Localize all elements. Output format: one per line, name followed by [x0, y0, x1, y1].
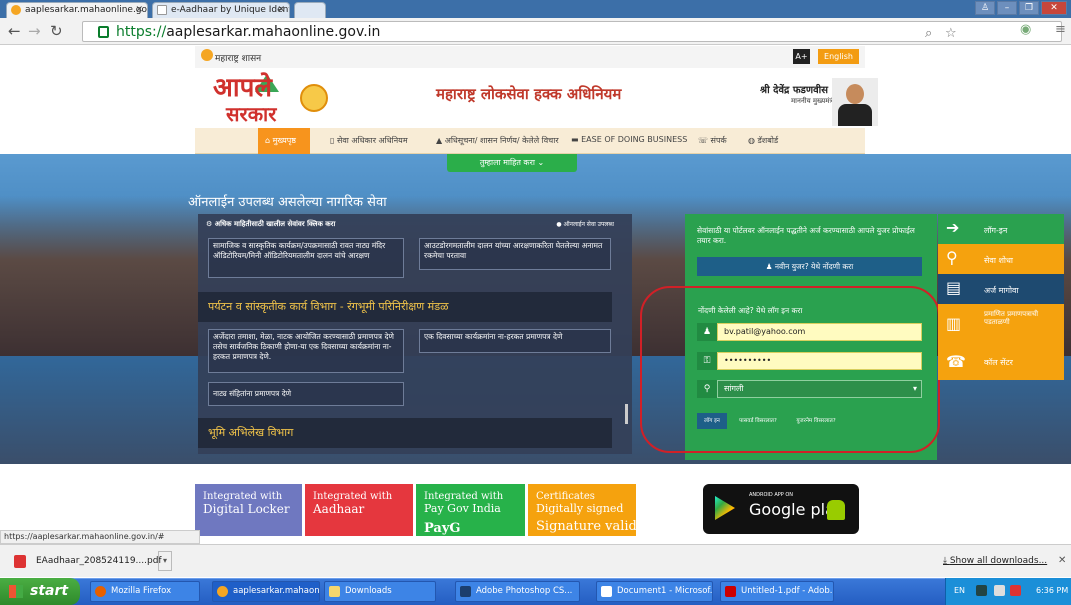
service-item[interactable]: नाट्य संहितांना प्रमाणपत्र देणे: [208, 382, 404, 406]
windows-logo-icon: [9, 585, 23, 598]
department-header[interactable]: भूमि अभिलेख विभाग: [198, 418, 612, 448]
close-window-button[interactable]: ✕: [1041, 1, 1067, 15]
close-tab-icon[interactable]: ✕: [135, 3, 143, 17]
download-menu-arrow[interactable]: ▾: [158, 551, 172, 571]
page-icon: [157, 5, 167, 15]
download-item[interactable]: EAadhaar_208524119....pdf: [10, 551, 170, 571]
services-panel: ⚙ अधिक माहितीसाठी खालील सेवांवर क्लिक कर…: [198, 214, 632, 454]
close-tab-icon[interactable]: ✕: [277, 3, 285, 17]
menu-icon[interactable]: ≡: [1055, 22, 1066, 37]
forward-icon[interactable]: →: [28, 22, 41, 40]
close-downloads-icon[interactable]: ✕: [1058, 555, 1066, 566]
quick-link-verify[interactable]: ▥ प्रमाणित प्रमाणपत्राची पडताळणी: [938, 304, 1064, 344]
user-icon[interactable]: ♙: [975, 1, 995, 15]
cm-role: माननीय मुख्यमंत्री: [791, 97, 836, 105]
font-size-button[interactable]: A+: [793, 49, 810, 64]
back-icon[interactable]: ←: [8, 22, 21, 40]
tray-app-icon[interactable]: [976, 585, 987, 596]
extension-icon[interactable]: ◉: [1020, 22, 1031, 37]
services-hint: ⚙ अधिक माहितीसाठी खालील सेवांवर क्लिक कर…: [206, 220, 336, 228]
task-photoshop[interactable]: Adobe Photoshop CS...: [455, 581, 580, 602]
nav-notifications[interactable]: ▲ अधिसूचना/ शासन निर्णय/ केलेले विचार: [436, 135, 559, 146]
register-text: सेवांसाठी या पोर्टलवर ऑनलाईन पद्धतीने अर…: [697, 226, 915, 245]
quick-link-call-center[interactable]: ☎ कॉल सेंटर: [938, 344, 1064, 380]
nav-rights-act[interactable]: ▯ सेवा अधिकार अधिनियम: [330, 135, 408, 146]
minimize-button[interactable]: –: [997, 1, 1017, 15]
system-tray: EN 6:36 PM: [945, 578, 1071, 605]
address-bar[interactable]: https://aaplesarkar.mahaonline.gov.in ⌕ …: [82, 21, 1062, 42]
document-icon: ▤: [946, 278, 962, 297]
task-firefox[interactable]: Mozilla Firefox: [90, 581, 200, 602]
browser-tab-strip: aaplesarkar.mahaonline.gov ✕ e-Aadhaar b…: [0, 0, 1071, 18]
clock: 6:36 PM: [1036, 586, 1069, 595]
tile-digital-locker[interactable]: Integrated with Digital Locker: [195, 484, 302, 536]
department-header[interactable]: पर्यटन व सांस्कृतीक कार्य विभाग - रंगभूम…: [198, 292, 612, 322]
emblem-icon: [201, 49, 213, 61]
tile-digital-signature[interactable]: Certificates Digitally signed Signature v…: [528, 484, 637, 536]
tab-title: aaplesarkar.mahaonline.gov: [25, 5, 148, 15]
logo-line2[interactable]: सरकार: [226, 100, 276, 127]
task-acrobat[interactable]: Untitled-1.pdf - Adob...: [720, 581, 834, 602]
tab-title: e-Aadhaar by Unique Identi: [171, 5, 290, 15]
nav-dashboard[interactable]: ◍ डॅशबोर्ड: [748, 135, 778, 146]
nav-ease-of-business[interactable]: ▬ EASE OF DOING BUSINESS: [571, 135, 687, 144]
google-play-badge[interactable]: ANDROID APP ON Google play: [703, 484, 859, 534]
nav-contact[interactable]: ☏ संपर्क: [698, 135, 727, 146]
android-icon: [827, 500, 845, 520]
know-more-dropdown[interactable]: तुम्हाला माहित करा ⌄: [447, 154, 577, 172]
services-header: ⚙ अधिक माहितीसाठी खालील सेवांवर क्लिक कर…: [198, 214, 632, 236]
barcode-icon: ▥: [946, 314, 962, 333]
gov-label: महाराष्ट्र शासन: [215, 54, 262, 64]
logo-line1[interactable]: आपले: [213, 75, 272, 101]
chevron-down-icon: ⌄: [537, 158, 545, 167]
lock-icon: [98, 26, 109, 38]
task-chrome[interactable]: aaplesarkar.mahaonli...: [212, 581, 320, 602]
language-indicator[interactable]: EN: [954, 586, 965, 595]
services-title: ऑनलाईन उपलब्ध असलेल्या नागरिक सेवा: [188, 195, 387, 210]
english-button[interactable]: English: [818, 49, 859, 64]
address-toolbar: ← → ↻ https://aaplesarkar.mahaonline.gov…: [0, 18, 1071, 45]
maximize-button[interactable]: ❐: [1019, 1, 1039, 15]
service-item[interactable]: आउटडोरगमतालीम दालन यांच्या आरक्षणाकरिता …: [419, 238, 611, 270]
cm-name: श्री देवेंद्र फडणवीस: [760, 85, 829, 96]
service-item[interactable]: एक दिवसाच्या कार्यक्रमांना ना-हरकत प्रमा…: [419, 329, 611, 353]
phone-icon: ☎: [946, 352, 966, 371]
show-all-downloads-link[interactable]: ⤓ Show all downloads...: [943, 556, 1047, 566]
quick-link-login[interactable]: ➔ लॉग-इन: [938, 214, 1064, 244]
site-favicon-icon: [11, 5, 21, 15]
bookmark-star-icon[interactable]: ☆: [945, 26, 957, 41]
network-icon[interactable]: [994, 585, 1005, 596]
service-item[interactable]: अर्जेदारा तमाशा, मेळा, नाटक आयोजित करण्य…: [208, 329, 404, 373]
new-tab-button[interactable]: [294, 2, 326, 18]
highlight-annotation: [640, 286, 940, 453]
search-icon: ⚲: [946, 248, 958, 267]
service-item[interactable]: सामाजिक व सास्कृतिक कार्यक्रम/उपक्रमासाठ…: [208, 238, 404, 278]
login-icon: ➔: [946, 218, 960, 237]
web-page: महाराष्ट्र शासन A+ English आपले सरकार मह…: [0, 46, 1071, 536]
reload-icon[interactable]: ↻: [50, 22, 63, 40]
status-url: https://aaplesarkar.mahaonline.gov.in/#: [0, 530, 200, 544]
security-icon[interactable]: [1010, 585, 1021, 596]
services-scrollbar[interactable]: [625, 404, 628, 424]
zoom-icon[interactable]: ⌕: [925, 26, 932, 41]
cm-photo: [832, 78, 878, 126]
act-title: महाराष्ट्र लोकसेवा हक्क अधिनियम: [436, 85, 622, 103]
online-legend: ● ऑनलाईन सेवा उपलब्ध: [556, 221, 614, 228]
tile-paygov[interactable]: Integrated with Pay Gov India PayG: [416, 484, 525, 536]
play-store-icon: [715, 496, 735, 520]
task-word[interactable]: Document1 - Microsof...: [596, 581, 713, 602]
task-downloads[interactable]: Downloads: [324, 581, 436, 602]
tab-e-aadhaar[interactable]: e-Aadhaar by Unique Identi ✕: [152, 2, 290, 18]
nav-home[interactable]: ⌂ मुख्यपृष्ठ: [265, 135, 296, 146]
tab-aaplesarkar[interactable]: aaplesarkar.mahaonline.gov ✕: [6, 2, 148, 18]
quick-link-track[interactable]: ▤ अर्ज मागोवा: [938, 274, 1064, 304]
quick-link-search[interactable]: ⚲ सेवा शोधा: [938, 244, 1064, 274]
tile-aadhaar[interactable]: Integrated with Aadhaar: [305, 484, 413, 536]
top-strip: [195, 46, 865, 68]
register-button[interactable]: ♟ नवीन युजर? येथे नोंदणी करा: [697, 257, 922, 276]
logo-seal-icon: [300, 84, 328, 112]
url-text: https://aaplesarkar.mahaonline.gov.in: [116, 24, 381, 40]
